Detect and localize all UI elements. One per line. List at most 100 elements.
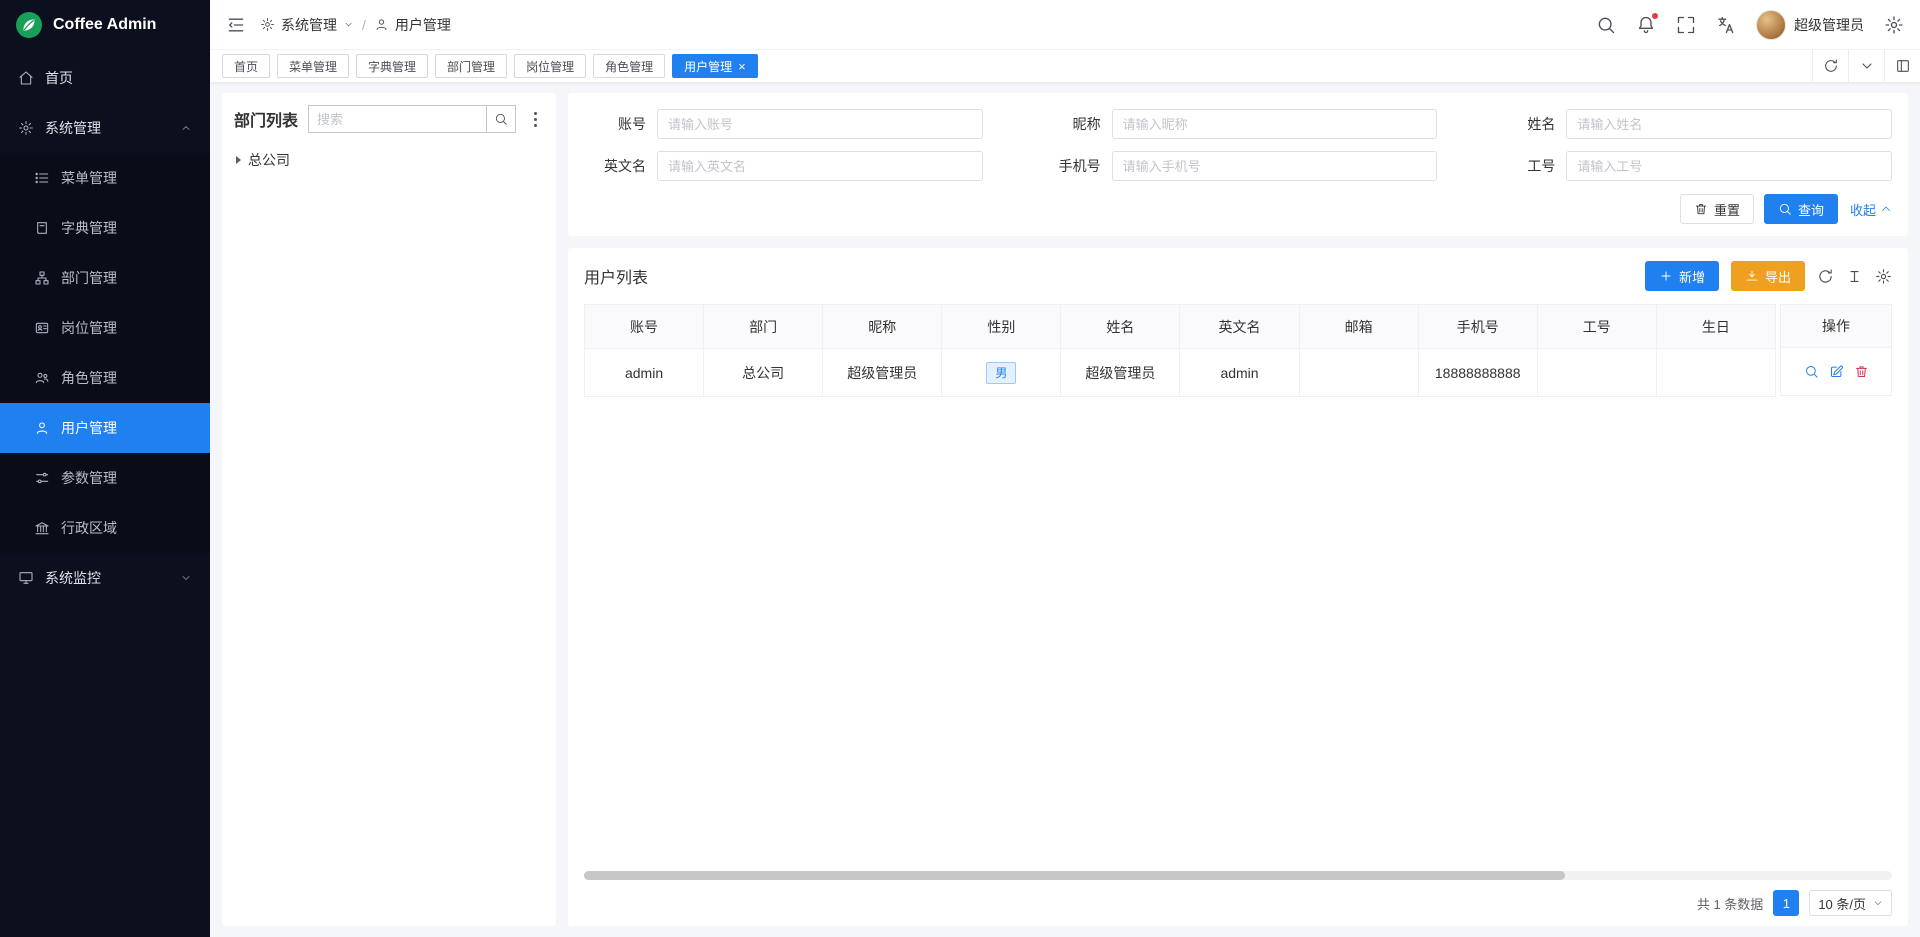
notification-badge: [1652, 13, 1658, 19]
tab-options-button[interactable]: [1848, 50, 1884, 82]
tab-list: 首页 菜单管理 字典管理 部门管理 岗位管理 角色管理 用户管理 ×: [222, 54, 758, 78]
total-count: 共 1 条数据: [1697, 894, 1763, 913]
add-user-button[interactable]: 新增: [1645, 261, 1719, 291]
sidebar-item-label: 用户管理: [61, 418, 117, 438]
tab-dictionary-management[interactable]: 字典管理: [356, 54, 428, 78]
notifications-bell-icon[interactable]: [1636, 15, 1656, 35]
field-label: 工号: [1493, 156, 1555, 176]
sidebar-item-user-management[interactable]: 用户管理: [0, 403, 210, 453]
sidebar-item-system-monitor[interactable]: 系统监控: [0, 553, 210, 603]
filter-actions: 重置 查询 收起: [584, 194, 1892, 224]
delete-icon[interactable]: [1854, 364, 1869, 379]
nickname-input[interactable]: [1112, 109, 1438, 139]
view-icon[interactable]: [1804, 364, 1819, 379]
tab-user-management[interactable]: 用户管理 ×: [672, 54, 758, 78]
field-label: 手机号: [1039, 156, 1101, 176]
sidebar-item-label: 菜单管理: [61, 168, 117, 188]
refresh-tab-button[interactable]: [1812, 50, 1848, 82]
tree-item-label: 总公司: [248, 150, 290, 170]
tab-menu-management[interactable]: 菜单管理: [277, 54, 349, 78]
sidebar-item-menu-management[interactable]: 菜单管理: [0, 153, 210, 203]
sidebar-item-admin-region[interactable]: 行政区域: [0, 503, 210, 553]
sidebar-item-dictionary-management[interactable]: 字典管理: [0, 203, 210, 253]
sidebar-item-position-management[interactable]: 岗位管理: [0, 303, 210, 353]
table-toolbar-actions: 新增 导出: [1645, 261, 1892, 291]
sidebar-item-parameter-management[interactable]: 参数管理: [0, 453, 210, 503]
account-input[interactable]: [657, 109, 983, 139]
app-title: Coffee Admin: [53, 16, 156, 34]
export-button[interactable]: 导出: [1731, 261, 1805, 291]
sidebar-item-home[interactable]: 首页: [0, 53, 210, 103]
tab-position-management[interactable]: 岗位管理: [514, 54, 586, 78]
trash-icon: [1694, 202, 1708, 216]
collapse-filter-link[interactable]: 收起: [1850, 200, 1892, 219]
english-name-input[interactable]: [657, 151, 983, 181]
row-actions: [1780, 348, 1892, 396]
layout-toggle-button[interactable]: [1884, 50, 1920, 82]
fullscreen-icon[interactable]: [1676, 15, 1696, 35]
tab-role-management[interactable]: 角色管理: [593, 54, 665, 78]
department-more-button[interactable]: [526, 105, 544, 133]
sidebar-item-label: 行政区域: [61, 518, 117, 538]
department-search-input[interactable]: [308, 105, 486, 133]
cell-department: 总公司: [704, 349, 823, 397]
col-english-name: 英文名: [1180, 305, 1299, 349]
user-table: 账号 部门 昵称 性别 姓名 英文名 邮箱 手机号 工号: [584, 304, 1892, 397]
horizontal-scrollbar-thumb[interactable]: [584, 871, 1565, 880]
collapse-sidebar-icon[interactable]: [226, 15, 246, 35]
column-settings-gear-icon[interactable]: [1875, 268, 1892, 285]
reset-button[interactable]: 重置: [1680, 194, 1754, 224]
phone-input[interactable]: [1112, 151, 1438, 181]
department-search-button[interactable]: [486, 105, 516, 133]
field-english-name: 英文名: [584, 151, 983, 181]
cell-nickname: 超级管理员: [823, 349, 942, 397]
col-gender: 性别: [942, 305, 1061, 349]
search-button[interactable]: 查询: [1764, 194, 1838, 224]
caret-right-icon[interactable]: [236, 156, 241, 164]
search-icon[interactable]: [1596, 15, 1616, 35]
close-icon[interactable]: ×: [738, 60, 746, 73]
username: 超级管理员: [1794, 15, 1864, 35]
topbar: 系统管理 / 用户管理 超级管理员: [210, 0, 1920, 49]
user-icon: [374, 17, 389, 32]
sidebar-item-label: 系统监控: [45, 568, 101, 588]
breadcrumb-item-system[interactable]: 系统管理: [260, 15, 354, 35]
table-empty-area: [584, 397, 1892, 871]
department-search: [308, 105, 516, 133]
field-label: 账号: [584, 114, 646, 134]
refresh-icon[interactable]: [1817, 268, 1834, 285]
translate-icon[interactable]: [1716, 15, 1736, 35]
tree-item-head-office[interactable]: 总公司: [236, 147, 542, 173]
sidebar-item-department-management[interactable]: 部门管理: [0, 253, 210, 303]
page-button-1[interactable]: 1: [1773, 890, 1799, 916]
edit-icon[interactable]: [1829, 364, 1844, 379]
employee-id-input[interactable]: [1566, 151, 1892, 181]
field-label: 英文名: [584, 156, 646, 176]
settings-gear-icon[interactable]: [1884, 15, 1904, 35]
name-input[interactable]: [1566, 109, 1892, 139]
department-tree: 总公司: [234, 145, 544, 175]
breadcrumb-item-user[interactable]: 用户管理: [374, 15, 451, 35]
cell-phone: 18888888888: [1418, 349, 1537, 397]
cell-birthday: [1656, 349, 1775, 397]
field-employee-id: 工号: [1493, 151, 1892, 181]
refresh-icon: [1823, 58, 1839, 74]
search-icon: [494, 112, 508, 126]
sidebar-item-role-management[interactable]: 角色管理: [0, 353, 210, 403]
sidebar-item-label: 字典管理: [61, 218, 117, 238]
tab-home[interactable]: 首页: [222, 54, 270, 78]
bank-icon: [34, 520, 50, 536]
search-icon: [1778, 202, 1792, 216]
col-birthday: 生日: [1656, 305, 1775, 349]
page-size-select[interactable]: 10 条/页: [1809, 890, 1892, 916]
chevron-down-icon: [180, 572, 192, 584]
col-email: 邮箱: [1299, 305, 1418, 349]
field-phone: 手机号: [1039, 151, 1438, 181]
row-height-icon[interactable]: [1846, 268, 1863, 285]
avatar: [1756, 10, 1786, 40]
field-account: 账号: [584, 109, 983, 139]
cell-english-name: admin: [1180, 349, 1299, 397]
user-menu[interactable]: 超级管理员: [1756, 10, 1864, 40]
sidebar-item-system-management[interactable]: 系统管理: [0, 103, 210, 153]
tab-department-management[interactable]: 部门管理: [435, 54, 507, 78]
